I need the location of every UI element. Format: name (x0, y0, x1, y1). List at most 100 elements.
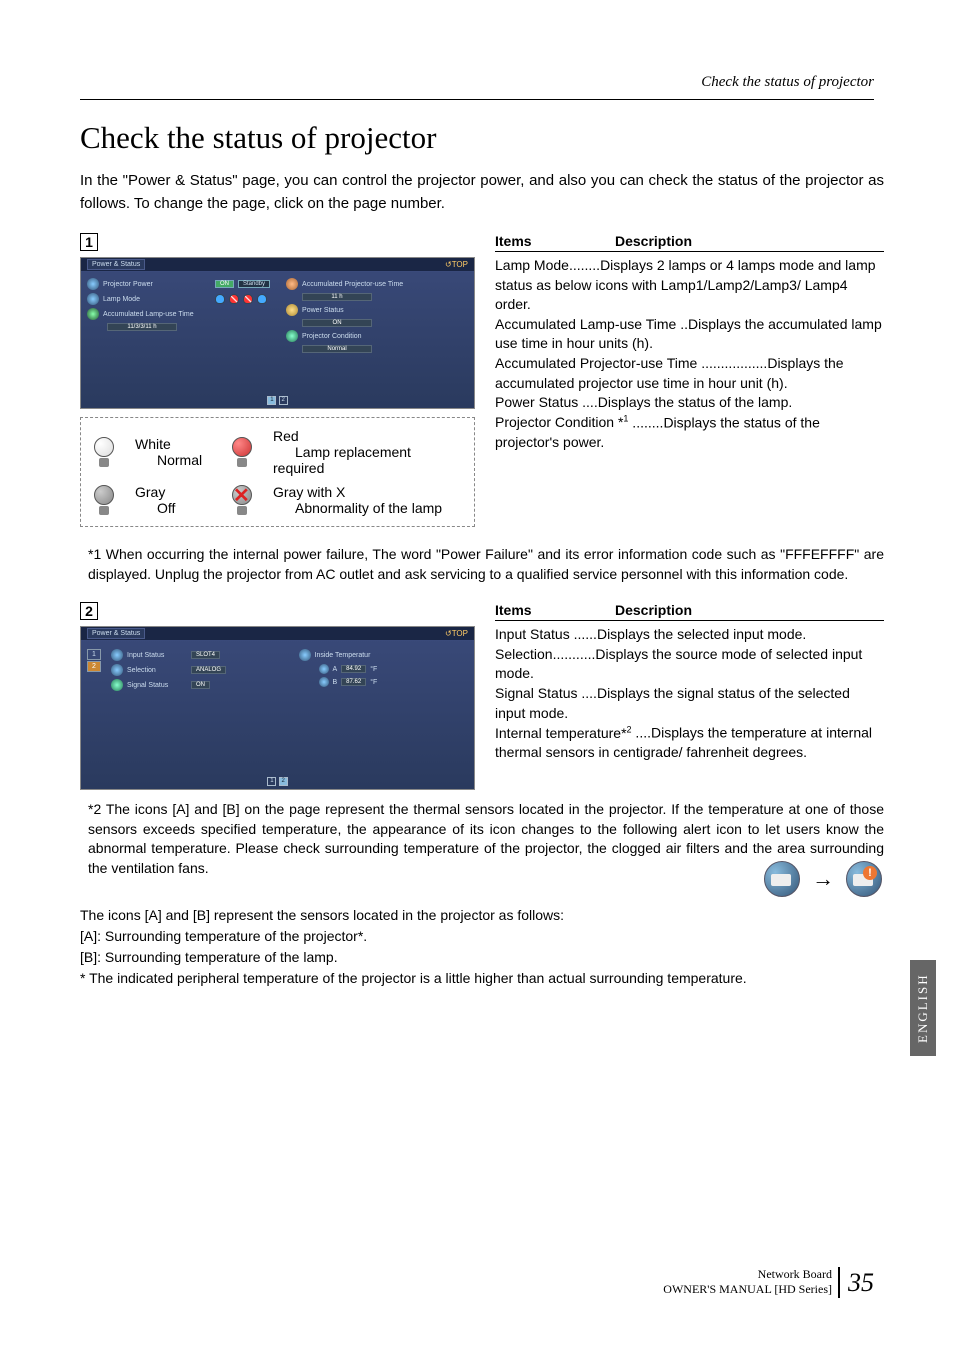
projector-power-label: Projector Power (103, 281, 211, 288)
page-number: 35 (848, 1268, 874, 1298)
sensor-note-b: [B]: Surrounding temperature of the lamp… (80, 947, 884, 968)
legend-white-sub: Normal (157, 452, 202, 468)
proj-time-icon (286, 278, 298, 290)
on-button[interactable]: ON (215, 280, 234, 288)
t2r2-term: Signal Status (495, 685, 578, 701)
footnote-2: *2 The icons [A] and [B] on the page rep… (88, 800, 884, 878)
sensor-note-asterisk: * The indicated peripheral temperature o… (80, 968, 884, 989)
input-status-label: Input Status (127, 652, 187, 659)
nav-page-1[interactable]: 1 (87, 649, 101, 660)
selection-icon (111, 664, 123, 676)
acc-proj-value: 11 h (302, 293, 372, 301)
footnote-1: *1 When occurring the internal power fai… (88, 545, 884, 584)
screenshot-titlebar: Power & Status ↺TOP (81, 258, 474, 272)
sensor-b-unit: °F (370, 679, 377, 686)
acc-proj-label: Accumulated Projector-use Time (302, 281, 403, 288)
standby-button[interactable]: Standby (238, 280, 270, 288)
bulb-gray-icon (91, 485, 117, 515)
signal-status-label: Signal Status (127, 682, 187, 689)
power-status-tab[interactable]: Power & Status (87, 259, 145, 270)
input-icon (111, 649, 123, 661)
lamp-icon (87, 293, 99, 305)
sensor-b-label: B (333, 679, 338, 686)
header-breadcrumb: Check the status of projector (80, 74, 874, 100)
inside-temp-label: Inside Temperatur (315, 652, 371, 659)
section-indicator-2: 2 (80, 602, 98, 620)
t1r2-term: Accumulated Projector-use Time (495, 355, 697, 371)
signal-icon (111, 679, 123, 691)
legend-grayx-sub: Abnormality of the lamp (295, 500, 442, 516)
page-1-link-b[interactable]: 1 (267, 777, 276, 786)
sensor-note-a: [A]: Surrounding temperature of the proj… (80, 926, 884, 947)
sensor-a-label: A (333, 666, 338, 673)
intro-paragraph: In the "Power & Status" page, you can co… (80, 170, 884, 215)
legend-grayx-label: Gray with X (273, 484, 345, 500)
table1-body: Lamp Mode........Displays 2 lamps or 4 l… (495, 256, 884, 453)
sensor-a-unit: °F (370, 666, 377, 673)
table1-header-desc: Description (615, 233, 692, 249)
screenshot2-titlebar: Power & Status ↺TOP (81, 627, 474, 641)
proj-cond-label: Projector Condition (302, 333, 362, 340)
page-title: Check the status of projector (80, 120, 884, 156)
page-2-link-b[interactable]: 2 (279, 777, 288, 786)
power-status-tab-2[interactable]: Power & Status (87, 628, 145, 639)
acc-lamp-label: Accumulated Lamp-use Time (103, 311, 211, 318)
footer-line1: Network Board (758, 1267, 832, 1281)
proj-cond-icon (286, 330, 298, 342)
t1r3-desc: Displays the status of the lamp. (598, 394, 793, 410)
table1-header: Items Description (495, 233, 884, 252)
signal-status-value: ON (191, 681, 210, 689)
alert-temp-icon (846, 861, 882, 897)
proj-cond-value: Normal (302, 345, 372, 353)
lamp4-icon (257, 294, 267, 304)
pager-2: 1 2 (81, 775, 474, 786)
sensor-b-icon (319, 677, 329, 687)
t2r0-term: Input Status (495, 626, 570, 642)
lamp2-icon (229, 294, 239, 304)
legend-red-sub: Lamp replacement required (273, 444, 411, 476)
sensor-a-icon (319, 664, 329, 674)
power-status-value: ON (302, 319, 372, 327)
page-2-link[interactable]: 2 (279, 396, 288, 405)
selection-label: Selection (127, 667, 187, 674)
table2-header-desc: Description (615, 602, 692, 618)
lamp-legend: White Normal Red Lamp replacement requir… (80, 417, 475, 527)
lamp-mode-label: Lamp Mode (103, 296, 211, 303)
clock-icon (87, 308, 99, 320)
top-link-2[interactable]: ↺TOP (445, 629, 468, 638)
bulb-white-icon (91, 437, 117, 467)
table2-header: Items Description (495, 602, 884, 621)
sensor-note-intro: The icons [A] and [B] represent the sens… (80, 905, 884, 926)
legend-gray-sub: Off (157, 500, 175, 516)
page-1-link[interactable]: 1 (267, 396, 276, 405)
power-status-screenshot-1: Power & Status ↺TOP Projector Power ON S… (80, 257, 475, 409)
lamp1-icon (215, 294, 225, 304)
icon-transition: → (762, 859, 884, 899)
nav-page-2[interactable]: 2 (87, 661, 101, 672)
lamp3-icon (243, 294, 253, 304)
pager: 1 2 (81, 394, 474, 405)
table1-header-items: Items (495, 233, 615, 249)
t1r0-term: Lamp Mode (495, 257, 569, 273)
sensor-notes: The icons [A] and [B] represent the sens… (80, 905, 884, 989)
power-status-label: Power Status (302, 307, 344, 314)
input-status-value: SLOT4 (191, 651, 220, 659)
temp-icon (299, 649, 311, 661)
power-status-screenshot-2: Power & Status ↺TOP 1 2 Input Status S (80, 626, 475, 790)
normal-temp-icon (764, 861, 800, 897)
bulb-red-icon (229, 437, 255, 467)
power-status-icon (286, 304, 298, 316)
table2-body: Input Status ......Displays the selected… (495, 625, 884, 763)
arrow-icon: → (812, 864, 834, 895)
selection-value: ANALOG (191, 666, 226, 674)
table2-header-items: Items (495, 602, 615, 618)
page-footer: Network Board OWNER'S MANUAL [HD Series]… (663, 1267, 874, 1298)
language-tab: ENGLISH (910, 960, 936, 1056)
top-link[interactable]: ↺TOP (445, 260, 468, 269)
sensor-a-value: 84.92 (341, 665, 366, 673)
footer-line2: OWNER'S MANUAL [HD Series] (663, 1282, 832, 1296)
t1r1-term: Accumulated Lamp-use Time (495, 316, 676, 332)
t1r4-term: Projector Condition *1 (495, 414, 628, 430)
t2r0-desc: Displays the selected input mode. (597, 626, 806, 642)
t2r1-term: Selection (495, 646, 553, 662)
